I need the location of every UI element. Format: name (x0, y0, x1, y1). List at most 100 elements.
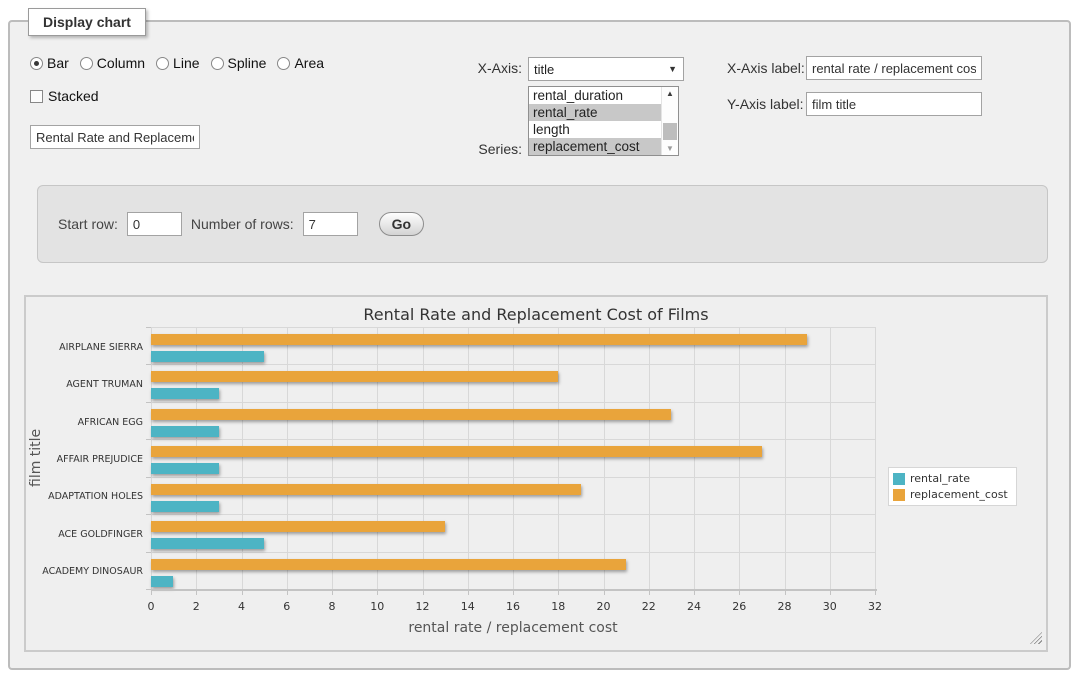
radio-icon[interactable] (211, 57, 224, 70)
y-tick-mark (146, 327, 151, 328)
gridline-vertical (287, 327, 288, 589)
gridline-vertical (649, 327, 650, 589)
bar-rental_rate-adaptation-holes[interactable] (151, 501, 219, 512)
y-axis-label-label: Y-Axis label: (727, 96, 804, 112)
x-tick-label: 6 (272, 600, 302, 613)
bar-replacement_cost-affair-prejudice[interactable] (151, 446, 762, 457)
series-options: rental_durationrental_ratelengthreplacem… (529, 87, 661, 155)
chart-type-option-spline[interactable]: Spline (211, 55, 267, 71)
panel-title: Display chart (28, 8, 146, 36)
bar-replacement_cost-academy-dinosaur[interactable] (151, 559, 626, 570)
radio-label: Spline (228, 55, 267, 71)
gridline-horizontal (151, 477, 875, 478)
series-option-rental_duration[interactable]: rental_duration (529, 87, 661, 104)
x-axis-select[interactable]: title ▼ (528, 57, 684, 81)
y-tick-mark (146, 552, 151, 553)
category-label: AFRICAN EGG (26, 417, 143, 428)
x-tick-label: 20 (589, 600, 619, 613)
gridline-vertical (423, 327, 424, 589)
gridline-vertical (242, 327, 243, 589)
chart-title-input[interactable] (30, 125, 200, 149)
x-tick-mark (513, 591, 514, 595)
legend-item-rental_rate[interactable]: rental_rate (893, 472, 1008, 485)
bar-rental_rate-african-egg[interactable] (151, 426, 219, 437)
x-tick-label: 28 (770, 600, 800, 613)
bar-rental_rate-ace-goldfinger[interactable] (151, 538, 264, 549)
x-tick-label: 18 (543, 600, 573, 613)
plot-area (151, 327, 875, 589)
bar-rental_rate-airplane-sierra[interactable] (151, 351, 264, 362)
x-tick-label: 12 (408, 600, 438, 613)
chart-legend: rental_rate replacement_cost (888, 467, 1017, 506)
bar-replacement_cost-ace-goldfinger[interactable] (151, 521, 445, 532)
x-tick-mark (151, 591, 152, 595)
chart-type-option-column[interactable]: Column (80, 55, 145, 71)
series-list-label: Series: (410, 141, 522, 157)
x-tick-label: 4 (227, 600, 257, 613)
chart-type-option-area[interactable]: Area (277, 55, 324, 71)
series-option-replacement_cost[interactable]: replacement_cost (529, 138, 661, 155)
bar-rental_rate-academy-dinosaur[interactable] (151, 576, 173, 587)
gridline-horizontal (151, 439, 875, 440)
x-tick-label: 2 (181, 600, 211, 613)
y-axis-label-input[interactable] (806, 92, 982, 116)
category-label: ACE GOLDFINGER (26, 529, 143, 540)
scroll-up-icon[interactable]: ▲ (662, 87, 678, 100)
page: Display chart Bar Column Line Spline Area St… (0, 0, 1081, 681)
gridline-horizontal (151, 402, 875, 403)
x-tick-mark (739, 591, 740, 595)
x-tick-label: 22 (634, 600, 664, 613)
bar-replacement_cost-agent-truman[interactable] (151, 371, 558, 382)
radio-label: Line (173, 55, 199, 71)
gridline-horizontal (151, 364, 875, 365)
gridline-vertical (785, 327, 786, 589)
chart-type-option-line[interactable]: Line (156, 55, 199, 71)
resize-grip-icon[interactable] (1030, 632, 1042, 644)
bar-replacement_cost-adaptation-holes[interactable] (151, 484, 581, 495)
radio-icon[interactable] (30, 57, 43, 70)
y-tick-mark (146, 477, 151, 478)
num-rows-input[interactable] (303, 212, 358, 236)
x-tick-label: 16 (498, 600, 528, 613)
x-tick-mark (242, 591, 243, 595)
x-axis-select-label: X-Axis: (410, 60, 522, 76)
chart-container: Rental Rate and Replacement Cost of Film… (24, 295, 1048, 652)
radio-label: Bar (47, 55, 69, 71)
legend-label: rental_rate (910, 472, 970, 485)
bar-rental_rate-affair-prejudice[interactable] (151, 463, 219, 474)
radio-icon[interactable] (80, 57, 93, 70)
gridline-horizontal (151, 514, 875, 515)
x-tick-label: 30 (815, 600, 845, 613)
start-row-input[interactable] (127, 212, 182, 236)
bar-replacement_cost-african-egg[interactable] (151, 409, 671, 420)
chart-title: Rental Rate and Replacement Cost of Film… (26, 305, 1046, 324)
series-listbox[interactable]: rental_durationrental_ratelengthreplacem… (528, 86, 679, 156)
stacked-checkbox[interactable] (30, 90, 43, 103)
series-option-rental_rate[interactable]: rental_rate (529, 104, 661, 121)
bar-rental_rate-agent-truman[interactable] (151, 388, 219, 399)
bar-replacement_cost-airplane-sierra[interactable] (151, 334, 807, 345)
legend-item-replacement_cost[interactable]: replacement_cost (893, 488, 1008, 501)
x-tick-label: 10 (362, 600, 392, 613)
gridline-vertical (830, 327, 831, 589)
scroll-down-icon[interactable]: ▼ (662, 142, 678, 155)
y-tick-mark (146, 364, 151, 365)
category-label: AGENT TRUMAN (26, 379, 143, 390)
scrollbar[interactable]: ▲ ▼ (661, 87, 678, 155)
radio-icon[interactable] (156, 57, 169, 70)
x-axis-line (151, 589, 877, 591)
chart-type-option-bar[interactable]: Bar (30, 55, 69, 71)
radio-icon[interactable] (277, 57, 290, 70)
scrollbar-thumb[interactable] (663, 123, 677, 140)
gridline-vertical (196, 327, 197, 589)
legend-swatch-icon (893, 473, 905, 485)
gridline-vertical (558, 327, 559, 589)
x-tick-mark (649, 591, 650, 595)
x-axis-selected-value: title (534, 62, 554, 77)
series-option-length[interactable]: length (529, 121, 661, 138)
x-axis-title: rental rate / replacement cost (151, 620, 875, 636)
stacked-checkbox-row: Stacked (30, 88, 99, 104)
x-axis-label-input[interactable] (806, 56, 982, 80)
stacked-label: Stacked (48, 88, 99, 104)
go-button[interactable]: Go (379, 212, 424, 236)
